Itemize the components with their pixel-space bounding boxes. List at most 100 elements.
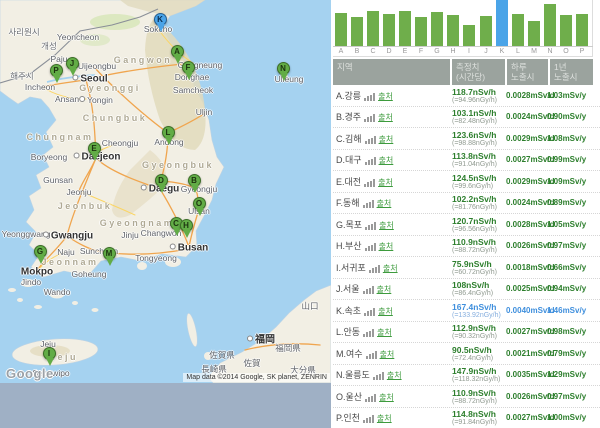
measurement-value: 75.9nSv/h — [452, 259, 506, 269]
yearly-exposure: 1.00mSv/y — [547, 413, 600, 422]
stats-bars-icon[interactable] — [364, 306, 376, 316]
chart-bar-m[interactable] — [528, 21, 540, 46]
source-link[interactable]: 출처 — [379, 156, 394, 165]
chart-label-f: F — [415, 48, 427, 55]
map-marker-a[interactable]: A — [171, 45, 184, 58]
map-marker-o[interactable]: O — [193, 197, 206, 210]
map-marker-l[interactable]: L — [162, 126, 175, 139]
yearly-exposure: 0.97mSv/y — [547, 392, 600, 401]
stats-bars-icon[interactable] — [373, 370, 385, 380]
region-cell: M.여수출처 — [333, 347, 452, 360]
chart-bar-l[interactable] — [512, 14, 524, 46]
chart-bar-n[interactable] — [544, 4, 556, 46]
measurement-sub-value: (=60.72nGy/h) — [452, 269, 506, 276]
stats-bars-icon[interactable] — [363, 284, 375, 294]
measurement-cell: 147.9nSv/h(=118.32nGy/h) — [452, 366, 506, 383]
map-attribution: Map data ©2014 Google, SK planet, ZENRIN — [183, 373, 330, 382]
chart-bar-d[interactable] — [383, 14, 395, 46]
map-marker-f[interactable]: F — [182, 61, 195, 74]
region-cell: L.안동 출처 — [333, 325, 452, 338]
source-link[interactable]: 출처 — [378, 307, 393, 316]
source-link[interactable]: 출처 — [379, 242, 394, 251]
stats-bars-icon[interactable] — [365, 220, 377, 230]
region-bar-chart: ABCDEFGHIJKLMNOP — [333, 0, 593, 57]
stats-bars-icon[interactable] — [365, 155, 377, 165]
chart-bar-j[interactable] — [480, 16, 492, 46]
stats-bars-icon[interactable] — [365, 241, 377, 251]
stats-bars-icon[interactable] — [366, 349, 378, 359]
chart-bar-g[interactable] — [431, 12, 443, 46]
stats-bars-icon[interactable] — [365, 134, 377, 144]
source-link[interactable]: 출처 — [379, 135, 394, 144]
source-link[interactable]: 출처 — [378, 113, 393, 122]
table-row-c: C.김해출처123.6nSv/h(=98.88nGy/h)0.0029mSv/d… — [333, 127, 600, 149]
stats-bars-icon[interactable] — [369, 263, 381, 273]
chart-bar-e[interactable] — [399, 11, 411, 46]
source-link[interactable]: 출처 — [379, 221, 394, 230]
source-link[interactable]: 출처 — [377, 285, 392, 294]
map-marker-m[interactable]: M — [103, 247, 116, 260]
source-link[interactable]: 출처 — [387, 371, 402, 380]
measurement-cell: 102.2nSv/h(=81.76nGy/h) — [452, 194, 506, 211]
table-row-h: H.부산출처110.9nSv/h(=88.72nGy/h)0.0026mSv/d… — [333, 235, 600, 257]
map-marker-e[interactable]: E — [88, 142, 101, 155]
map-label: Jinju — [121, 230, 138, 240]
map[interactable]: 사리원시해주시개성YeoncheonPajuUijeongbuSeoulInch… — [0, 0, 331, 428]
region-cell: A.강릉출처 — [333, 89, 452, 102]
chart-bar-c[interactable] — [367, 11, 379, 46]
map-marker-j[interactable]: J — [66, 57, 79, 70]
chart-bar-o[interactable] — [560, 15, 572, 46]
measurement-value: 124.5nSv/h — [452, 173, 506, 183]
google-logo[interactable]: Google — [6, 366, 54, 381]
source-link[interactable]: 출처 — [377, 328, 392, 337]
header-measurement: 측정치(시간당) — [452, 59, 505, 85]
map-marker-h[interactable]: H — [180, 219, 193, 232]
source-link[interactable]: 출처 — [377, 414, 392, 423]
map-marker-g[interactable]: G — [34, 245, 47, 258]
source-link[interactable]: 출처 — [378, 178, 393, 187]
source-link[interactable]: 출처 — [380, 350, 395, 359]
map-label: Jindo — [21, 277, 41, 287]
source-link[interactable]: 출처 — [377, 199, 392, 208]
chart-bar-i[interactable] — [463, 25, 475, 46]
measurement-value: 123.6nSv/h — [452, 130, 506, 140]
region-label: D.대구 — [336, 155, 362, 165]
bar-chart: ABCDEFGHIJKLMNOP — [333, 0, 593, 47]
chart-bar-a[interactable] — [335, 13, 347, 46]
region-cell: K.속초출처 — [333, 304, 452, 317]
stats-bars-icon[interactable] — [364, 177, 376, 187]
source-link[interactable]: 출처 — [378, 92, 393, 101]
map-label: Ansan — [55, 94, 79, 104]
daily-exposure: 0.0026mSv/d — [506, 392, 547, 401]
measurement-sub-value: (=90.32nGy/h) — [452, 333, 506, 340]
chart-bar-k[interactable] — [496, 0, 508, 46]
map-label: Paju — [50, 54, 67, 64]
map-marker-p[interactable]: P — [50, 64, 63, 77]
source-link[interactable]: 출처 — [379, 393, 394, 402]
map-label: Chungnam — [27, 132, 94, 142]
map-marker-n[interactable]: N — [277, 62, 290, 75]
chart-bar-p[interactable] — [576, 14, 588, 46]
daily-exposure: 0.0027mSv/d — [506, 155, 547, 164]
map-label: Jeonnam — [41, 257, 98, 267]
map-marker-d[interactable]: D — [155, 174, 168, 187]
stats-bars-icon[interactable] — [363, 327, 375, 337]
stats-bars-icon[interactable] — [364, 112, 376, 122]
map-label: Gunsan — [43, 175, 73, 185]
stats-bars-icon[interactable] — [363, 413, 375, 423]
stats-bars-icon[interactable] — [364, 91, 376, 101]
chart-bar-b[interactable] — [351, 17, 363, 46]
map-marker-b[interactable]: B — [188, 174, 201, 187]
stats-bars-icon[interactable] — [365, 392, 377, 402]
map-marker-k[interactable]: K — [154, 13, 167, 26]
table-row-o: O.울산출처110.9nSv/h(=88.72nGy/h)0.0026mSv/d… — [333, 385, 600, 407]
islet — [8, 288, 16, 292]
chart-bar-h[interactable] — [447, 15, 459, 46]
chart-bar-f[interactable] — [415, 17, 427, 46]
region-label: L.안동 — [336, 327, 360, 337]
region-label: H.부산 — [336, 241, 362, 251]
map-marker-i[interactable]: I — [43, 347, 56, 360]
stats-bars-icon[interactable] — [363, 198, 375, 208]
table-row-k: K.속초출처167.4nSv/h(=133.92nGy/h)0.0040mSv/… — [333, 299, 600, 321]
source-link[interactable]: 출처 — [383, 264, 398, 273]
